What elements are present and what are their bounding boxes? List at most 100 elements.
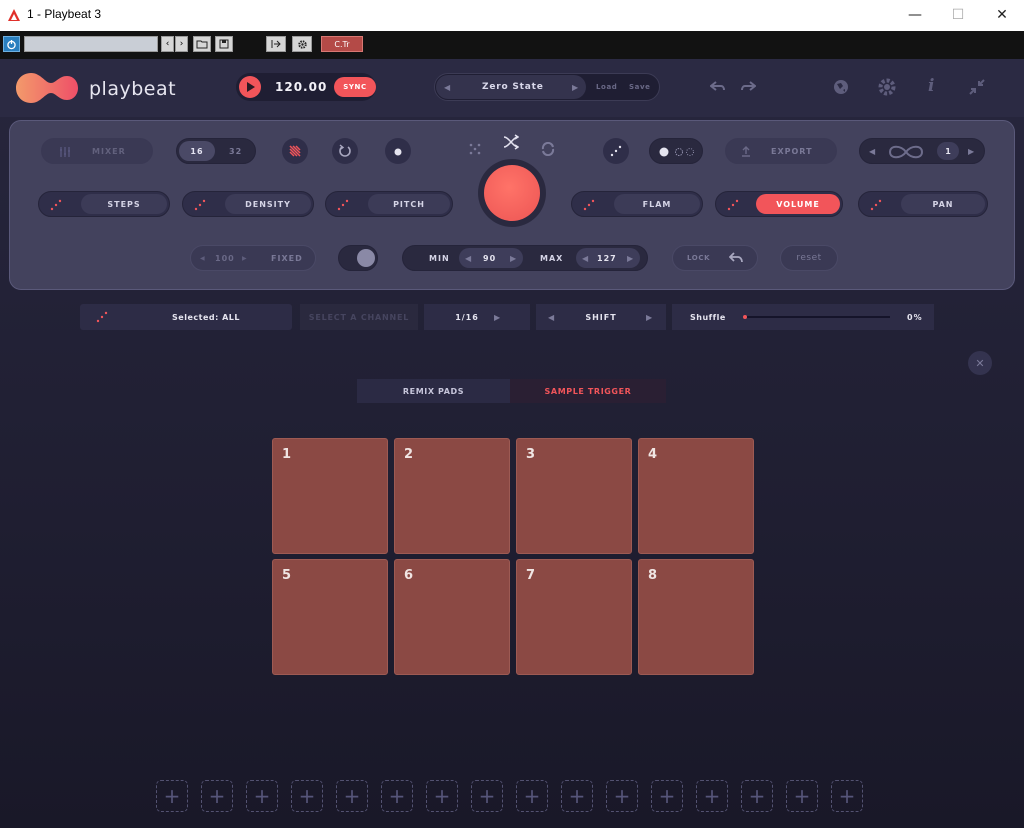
add-slot-plus-icon[interactable]: +	[606, 780, 638, 812]
preset-field[interactable]	[24, 36, 158, 52]
steps-16-button[interactable]: 16	[179, 141, 215, 161]
preset-prev-arrow-icon[interactable]: ◀	[444, 83, 450, 92]
mode-density[interactable]: DENSITY	[182, 191, 314, 217]
fixed-toggle[interactable]	[338, 245, 378, 271]
random-velocity-button[interactable]	[603, 138, 629, 164]
add-slot-plus-icon[interactable]: +	[246, 780, 278, 812]
grid-random-button[interactable]	[282, 138, 308, 164]
loop-prev-arrow-icon[interactable]: ◀	[869, 147, 875, 156]
fixed-next-arrow-icon[interactable]: ▶	[242, 255, 247, 262]
division-selector[interactable]: 1/16 ▶	[424, 304, 530, 330]
main-randomize-knob[interactable]	[484, 165, 540, 221]
reset-button[interactable]: reset	[780, 245, 838, 271]
tab-sample-trigger[interactable]: SAMPLE TRIGGER	[510, 379, 666, 403]
add-slot-plus-icon[interactable]: +	[381, 780, 413, 812]
shuffle-slider-track[interactable]	[744, 316, 890, 318]
mixer-button[interactable]: MIXER	[41, 138, 153, 164]
add-slot-plus-icon[interactable]: +	[696, 780, 728, 812]
redo-icon[interactable]	[740, 80, 756, 94]
mode-steps-label: STEPS	[107, 199, 141, 209]
info-icon[interactable]: i	[928, 76, 934, 96]
sample-pad[interactable]: 2	[394, 438, 510, 554]
add-slot-plus-icon[interactable]: +	[336, 780, 368, 812]
min-stepper[interactable]: ◀ 90 ▶	[459, 248, 523, 268]
fixed-control[interactable]: ◀ 100 ▶ FIXED	[190, 245, 316, 271]
add-slot-plus-icon[interactable]: +	[201, 780, 233, 812]
reset-cycle-button[interactable]	[332, 138, 358, 164]
export-icon	[742, 146, 750, 157]
preset-name[interactable]: Zero State	[482, 82, 544, 92]
play-button[interactable]	[239, 76, 261, 98]
morph-icon[interactable]	[541, 142, 555, 156]
min-next-arrow-icon[interactable]: ▶	[510, 254, 516, 263]
steps-16-label: 16	[190, 146, 204, 156]
maximize-button[interactable]: ☐	[943, 4, 973, 26]
add-slot-plus-icon[interactable]: +	[156, 780, 188, 812]
pad-number: 1	[282, 447, 292, 462]
routing-icon[interactable]	[266, 36, 286, 52]
sample-pad[interactable]: 6	[394, 559, 510, 675]
save-button[interactable]: Save	[629, 83, 650, 91]
power-icon[interactable]	[3, 36, 20, 52]
sample-pad[interactable]: 3	[516, 438, 632, 554]
minimize-button[interactable]: —	[900, 4, 930, 26]
sample-pad[interactable]: 4	[638, 438, 754, 554]
add-slot-plus-icon[interactable]: +	[471, 780, 503, 812]
select-channel-button[interactable]: SELECT A CHANNEL	[300, 304, 418, 330]
add-slot-plus-icon[interactable]: +	[831, 780, 863, 812]
save-disk-icon[interactable]	[215, 36, 233, 52]
settings-gear-icon[interactable]	[292, 36, 312, 52]
prev-preset-button[interactable]: ‹	[161, 36, 174, 52]
shift-left-arrow-icon[interactable]: ◀	[548, 313, 554, 322]
next-preset-button[interactable]: ›	[175, 36, 188, 52]
add-slot-plus-icon[interactable]: +	[786, 780, 818, 812]
add-slot-plus-icon[interactable]: +	[741, 780, 773, 812]
loop-count[interactable]: 1	[937, 142, 959, 160]
add-slot-plus-icon[interactable]: +	[561, 780, 593, 812]
globe-icon[interactable]	[832, 78, 850, 96]
division-next-arrow-icon[interactable]: ▶	[494, 313, 500, 322]
sample-pad[interactable]: 7	[516, 559, 632, 675]
open-folder-icon[interactable]	[193, 36, 211, 52]
add-slot-plus-icon[interactable]: +	[516, 780, 548, 812]
sample-pad[interactable]: 8	[638, 559, 754, 675]
settings-icon[interactable]	[877, 77, 897, 97]
tab-remix-pads[interactable]: REMIX PADS	[357, 379, 510, 403]
close-panel-icon[interactable]: ✕	[968, 351, 992, 375]
sample-pad[interactable]: 1	[272, 438, 388, 554]
mode-steps[interactable]: STEPS	[38, 191, 170, 217]
export-button[interactable]: EXPORT	[725, 138, 837, 164]
lock-button[interactable]: LOCK	[672, 245, 758, 271]
collapse-icon[interactable]	[968, 78, 986, 96]
fixed-prev-arrow-icon[interactable]: ◀	[200, 255, 205, 262]
preset-next-arrow-icon[interactable]: ▶	[572, 83, 578, 92]
add-slot-plus-icon[interactable]: +	[651, 780, 683, 812]
channel-selector[interactable]: Selected: ALL	[80, 304, 292, 330]
view-toggle[interactable]	[649, 138, 703, 164]
add-slot-plus-icon[interactable]: +	[426, 780, 458, 812]
mode-volume[interactable]: VOLUME	[715, 191, 843, 217]
shift-right-arrow-icon[interactable]: ▶	[646, 313, 652, 322]
sync-button[interactable]: SYNC	[334, 77, 376, 97]
steps-32-button[interactable]: 32	[229, 147, 242, 156]
mode-pan[interactable]: PAN	[858, 191, 988, 217]
sample-pad[interactable]: 5	[272, 559, 388, 675]
close-window-button[interactable]: ✕	[987, 4, 1017, 26]
loop-next-arrow-icon[interactable]: ▶	[968, 147, 974, 156]
dice-icon[interactable]	[468, 142, 482, 156]
mode-flam[interactable]: FLAM	[571, 191, 703, 217]
shuffle-icon[interactable]	[503, 134, 519, 150]
undo-icon[interactable]	[710, 80, 726, 94]
shuffle-slider-thumb[interactable]	[743, 315, 747, 319]
load-button[interactable]: Load	[596, 83, 617, 91]
mode-pitch[interactable]: PITCH	[325, 191, 453, 217]
min-prev-arrow-icon[interactable]: ◀	[465, 254, 471, 263]
record-button[interactable]	[385, 138, 411, 164]
max-next-arrow-icon[interactable]: ▶	[627, 254, 633, 263]
pad-number: 6	[404, 568, 414, 583]
max-stepper[interactable]: ◀ 127 ▶	[576, 248, 640, 268]
max-prev-arrow-icon[interactable]: ◀	[582, 254, 588, 263]
tempo-display[interactable]: 120.00	[275, 80, 327, 94]
host-preset-label[interactable]: C.Tr	[321, 36, 363, 52]
add-slot-plus-icon[interactable]: +	[291, 780, 323, 812]
